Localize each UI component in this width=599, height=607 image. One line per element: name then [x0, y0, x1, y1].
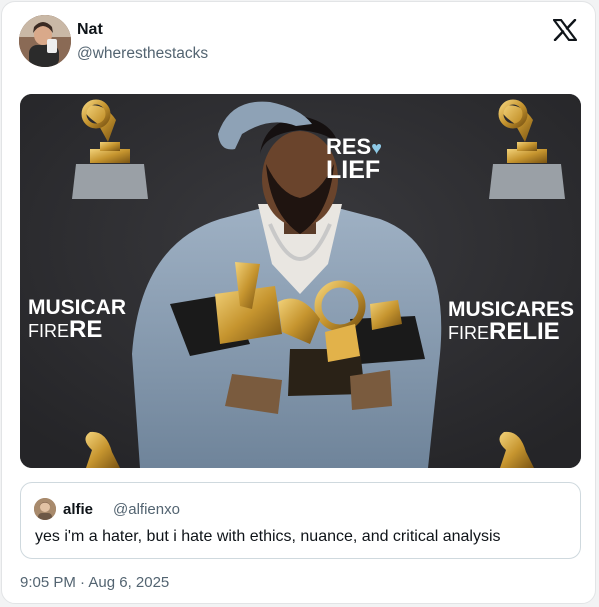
post-timestamp[interactable]: 9:05 PM · Aug 6, 2025 [20, 574, 169, 591]
author-avatar[interactable] [19, 15, 71, 67]
quoted-author-handle[interactable]: @alfienxo [113, 501, 180, 518]
x-logo-icon[interactable] [553, 19, 577, 41]
backdrop-musicares-center: RES♥ LIEF [326, 134, 382, 184]
author-handle[interactable]: @wheresthestacks [77, 44, 208, 64]
quoted-post[interactable]: alfie @alfienxo yes i'm a hater, but i h… [20, 482, 581, 559]
post-media-photo[interactable]: MUSICAR FIRERE MUSICARES FIRERELIE RES♥ … [20, 94, 581, 468]
heart-icon: ♥ [371, 138, 382, 158]
author-info: Nat @wheresthestacks [77, 21, 208, 64]
quoted-author-avatar[interactable] [34, 498, 56, 520]
backdrop-musicares-right: MUSICARES FIRERELIE [448, 298, 575, 345]
backdrop-musicares-left: MUSICAR FIRERE [28, 296, 126, 343]
quoted-author-name[interactable]: alfie [63, 501, 93, 518]
post-card: Nat @wheresthestacks MUSICAR FIRERE MUSI… [1, 1, 596, 604]
quoted-post-text: yes i'm a hater, but i hate with ethics,… [35, 528, 501, 545]
author-name[interactable]: Nat [77, 21, 208, 39]
